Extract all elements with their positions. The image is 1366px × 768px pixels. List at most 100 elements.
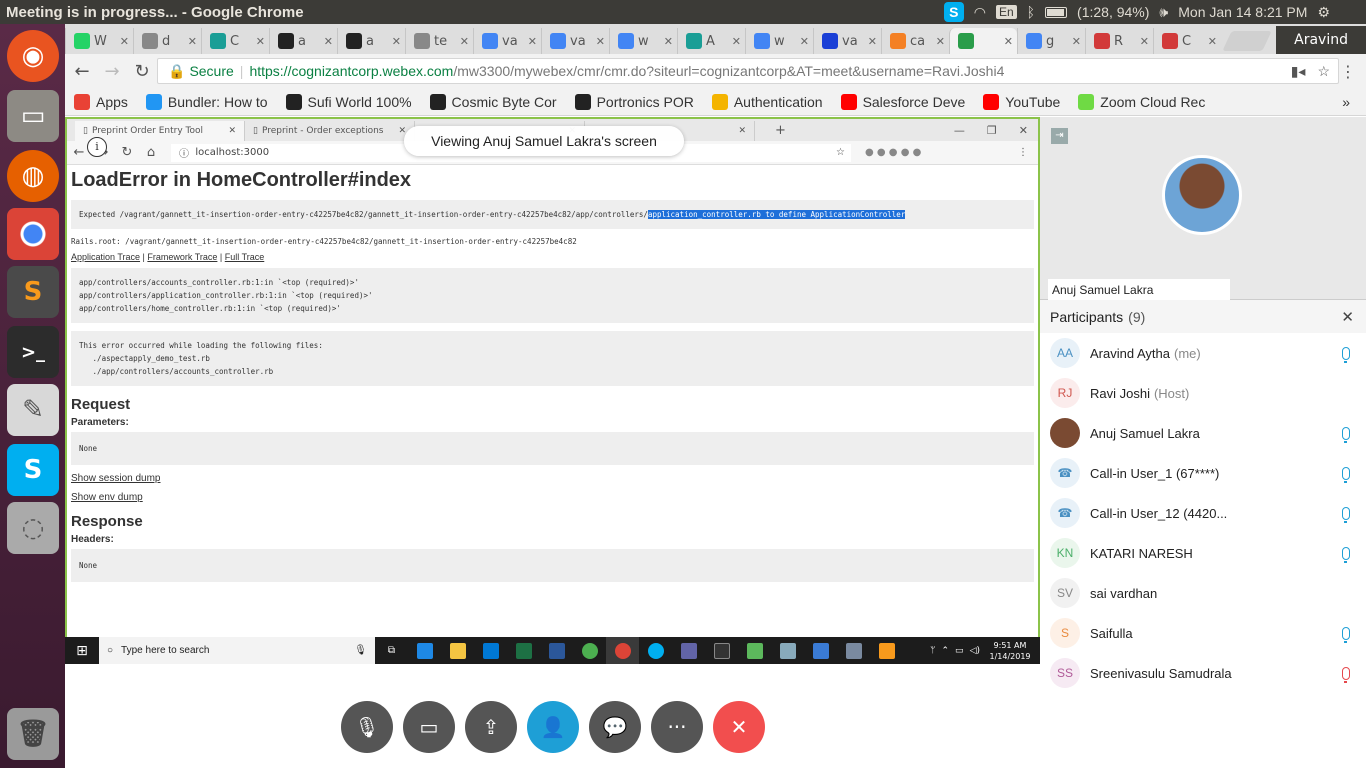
- close-tab-icon[interactable]: ✕: [392, 35, 401, 48]
- bookmark-item[interactable]: Portronics POR: [566, 93, 703, 110]
- text-editor-icon[interactable]: ✎: [7, 384, 59, 436]
- participants-button[interactable]: 👤: [527, 701, 579, 753]
- close-tab-icon[interactable]: ✕: [800, 35, 809, 48]
- taskbar-search[interactable]: ○ Type here to search 🎙: [99, 637, 375, 664]
- browser-tab[interactable]: R ✕: [1085, 28, 1153, 54]
- mic-icon[interactable]: [1342, 346, 1350, 363]
- mic-icon[interactable]: [1342, 626, 1350, 643]
- browser-tab[interactable]: g ✕: [1017, 28, 1085, 54]
- info-icon[interactable]: i: [87, 137, 107, 157]
- participant-row[interactable]: Anuj Samuel Lakra: [1040, 413, 1366, 453]
- vscode-icon[interactable]: [804, 637, 837, 664]
- close-tab-icon[interactable]: ✕: [256, 35, 265, 48]
- back-icon[interactable]: ←: [67, 61, 97, 82]
- participant-row[interactable]: KN KATARI NARESH: [1040, 533, 1366, 573]
- chat-button[interactable]: 💬: [589, 701, 641, 753]
- new-tab-button[interactable]: [1222, 31, 1272, 51]
- browser-tab[interactable]: te ✕: [405, 28, 473, 54]
- webex-taskbar-icon[interactable]: [573, 637, 606, 664]
- close-tab-icon[interactable]: ✕: [936, 35, 945, 48]
- close-tab-icon[interactable]: ✕: [664, 35, 673, 48]
- terminal-icon[interactable]: >_: [7, 326, 59, 378]
- camera-icon[interactable]: ▮◂: [1291, 63, 1306, 80]
- framework-trace-link[interactable]: Framework Trace: [147, 252, 217, 262]
- skype-tray-icon[interactable]: S: [943, 2, 964, 22]
- skype-taskbar-icon[interactable]: [639, 637, 672, 664]
- edge-icon[interactable]: [408, 637, 441, 664]
- browser-tab[interactable]: C ✕: [201, 28, 269, 54]
- home-icon[interactable]: ⌂: [139, 145, 163, 160]
- env-dump-link[interactable]: Show env dump: [71, 492, 1034, 503]
- bookmark-item[interactable]: Sufi World 100%: [277, 93, 421, 110]
- taskbar-clock[interactable]: 9:51 AM 1/14/2019: [986, 640, 1034, 662]
- participant-row[interactable]: ☎ Call-in User_12 (4420...: [1040, 493, 1366, 533]
- network-tool-icon[interactable]: [837, 637, 870, 664]
- power-settings-icon[interactable]: ⚙: [1317, 4, 1330, 21]
- bookmark-star-icon[interactable]: ☆: [1317, 63, 1330, 80]
- browser-tab[interactable]: a ✕: [337, 28, 405, 54]
- close-window-icon[interactable]: ✕: [1019, 124, 1028, 137]
- bookmark-item[interactable]: Apps: [65, 93, 137, 110]
- bookmark-item[interactable]: Cosmic Byte Cor: [421, 93, 566, 110]
- people-icon[interactable]: ᛘ: [930, 646, 935, 656]
- participant-row[interactable]: ☎ Call-in User_1 (67****): [1040, 453, 1366, 493]
- close-tab-icon[interactable]: ✕: [324, 35, 333, 48]
- wifi-icon[interactable]: ◠: [974, 4, 986, 21]
- application-trace-link[interactable]: Application Trace: [71, 252, 140, 262]
- participant-row[interactable]: S Saifulla: [1040, 613, 1366, 653]
- mic-icon[interactable]: [1342, 506, 1350, 523]
- mic-icon[interactable]: [1342, 546, 1350, 563]
- volume-icon[interactable]: ◁): [970, 646, 980, 656]
- browser-tab[interactable]: w ✕: [745, 28, 813, 54]
- full-trace-link[interactable]: Full Trace: [225, 252, 265, 262]
- bookmark-item[interactable]: Bundler: How to: [137, 93, 277, 110]
- close-panel-icon[interactable]: ✕: [1341, 308, 1354, 326]
- bookmark-star-icon[interactable]: ☆: [836, 147, 845, 158]
- windows-start-icon[interactable]: ⊞: [65, 643, 99, 659]
- browser-tab[interactable]: a ✕: [269, 28, 337, 54]
- files-icon[interactable]: ▭: [7, 90, 59, 142]
- word-icon[interactable]: [540, 637, 573, 664]
- battery-icon[interactable]: [1045, 6, 1068, 18]
- task-view-icon[interactable]: ⧉: [375, 637, 408, 664]
- browser-tab[interactable]: ✕: [949, 28, 1017, 54]
- trash-icon[interactable]: 🗑: [7, 708, 59, 760]
- reload-icon[interactable]: ↻: [115, 145, 139, 160]
- browser-tab[interactable]: va ✕: [813, 28, 881, 54]
- chrome-taskbar-icon[interactable]: [606, 637, 639, 664]
- bookmark-item[interactable]: Salesforce Deve: [832, 93, 975, 110]
- ubuntu-dash-icon[interactable]: ◉: [7, 30, 59, 82]
- browser-tab[interactable]: d ✕: [133, 28, 201, 54]
- participant-row[interactable]: SS Sreenivasulu Samudrala: [1040, 653, 1366, 693]
- explorer-icon[interactable]: [441, 637, 474, 664]
- teams-icon[interactable]: [672, 637, 705, 664]
- virtualbox-icon[interactable]: [771, 637, 804, 664]
- close-tab-icon[interactable]: ✕: [188, 35, 197, 48]
- more-button[interactable]: ···: [651, 701, 703, 753]
- video-button[interactable]: ▭: [403, 701, 455, 753]
- volume-icon[interactable]: 🕪: [1159, 4, 1168, 21]
- skype-icon[interactable]: S: [7, 444, 59, 496]
- network-icon[interactable]: ▭: [955, 646, 964, 656]
- mic-icon[interactable]: [1342, 466, 1350, 483]
- mute-button[interactable]: 🎙: [341, 701, 393, 753]
- chrome-icon[interactable]: [7, 208, 59, 260]
- close-tab-icon[interactable]: ✕: [596, 35, 605, 48]
- participant-row[interactable]: AA Aravind Aytha (me): [1040, 333, 1366, 373]
- participant-row[interactable]: RJ Ravi Joshi (Host): [1040, 373, 1366, 413]
- collapse-icon[interactable]: ⇥: [1051, 128, 1068, 144]
- close-icon[interactable]: ✕: [228, 126, 236, 136]
- extension-icons[interactable]: ● ● ● ● ●: [865, 147, 921, 158]
- reload-icon[interactable]: ↻: [127, 61, 157, 82]
- close-tab-icon[interactable]: ✕: [460, 35, 469, 48]
- browser-tab[interactable]: W ✕: [65, 28, 133, 54]
- notepad-icon[interactable]: [738, 637, 771, 664]
- address-bar[interactable]: 🔒 Secure | https://cognizantcorp.webex.c…: [157, 58, 1339, 84]
- browser-tab[interactable]: C ✕: [1153, 28, 1221, 54]
- sublime-text-icon[interactable]: S: [7, 266, 59, 318]
- bookmark-item[interactable]: YouTube: [974, 93, 1069, 110]
- close-tab-icon[interactable]: ✕: [120, 35, 129, 48]
- close-tab-icon[interactable]: ✕: [1072, 35, 1081, 48]
- bookmarks-overflow-icon[interactable]: »: [1342, 94, 1350, 110]
- minimize-icon[interactable]: —: [954, 124, 965, 137]
